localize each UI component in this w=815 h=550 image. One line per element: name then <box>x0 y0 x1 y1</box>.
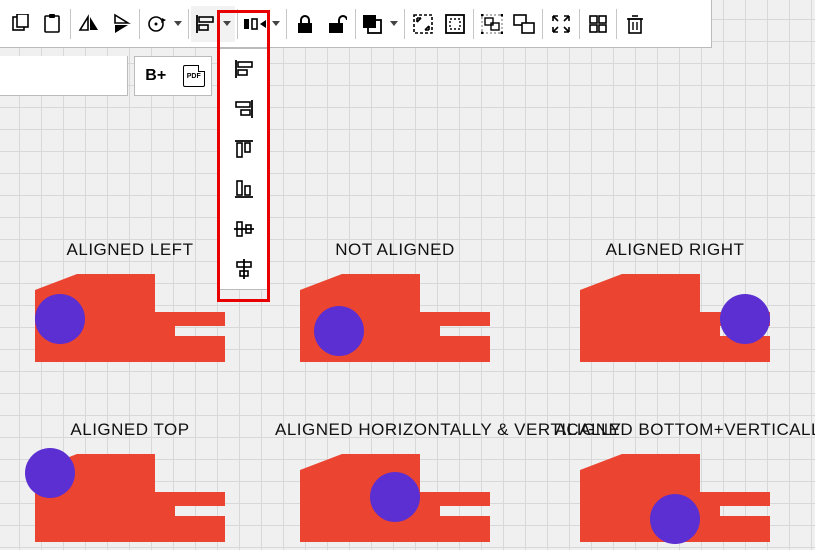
trash-icon <box>626 14 644 34</box>
example-shape-group[interactable]: NOT ALIGNED <box>275 240 515 362</box>
flip-h-icon <box>78 14 100 34</box>
example-label: ALIGNED BOTTOM+VERTICALLY <box>555 420 795 440</box>
dropdown-caret-icon <box>174 21 182 26</box>
purple-circle-shape[interactable] <box>314 306 364 356</box>
separator <box>70 9 71 39</box>
expand-button[interactable] <box>545 6 577 42</box>
purple-circle-shape[interactable] <box>370 472 420 522</box>
example-shape-group[interactable]: ALIGNED HORIZONTALLY & VERTICALLY <box>275 420 515 542</box>
shape-wrapper <box>300 274 490 362</box>
separator <box>473 9 474 39</box>
paste-icon <box>42 14 62 34</box>
group-button[interactable] <box>476 6 508 42</box>
unlock-button[interactable] <box>321 6 353 42</box>
bold-plus-button[interactable]: B+ <box>141 65 170 87</box>
example-label: ALIGNED HORIZONTALLY & VERTICALLY <box>275 420 515 440</box>
group-icon <box>481 14 503 34</box>
separator <box>355 9 356 39</box>
example-shape-group[interactable]: ALIGNED LEFT <box>10 240 250 362</box>
shape-wrapper <box>300 454 490 542</box>
separator <box>139 9 140 39</box>
separator <box>616 9 617 39</box>
align-center-h-icon <box>234 219 254 239</box>
example-label: ALIGNED LEFT <box>10 240 250 260</box>
fit-all-icon <box>445 14 465 34</box>
separator <box>579 9 580 39</box>
grid-view-button[interactable] <box>582 6 614 42</box>
align-left-icon <box>234 60 254 78</box>
delete-button[interactable] <box>619 6 651 42</box>
layer-icon <box>362 14 382 34</box>
align-left-item[interactable] <box>220 49 267 89</box>
layer-button[interactable] <box>358 6 402 42</box>
dropdown-caret-icon <box>272 21 280 26</box>
purple-circle-shape[interactable] <box>25 448 75 498</box>
align-right-icon <box>234 100 254 118</box>
align-bottom-icon <box>235 179 253 199</box>
example-shape-group[interactable]: ALIGNED RIGHT <box>555 240 795 362</box>
example-label: ALIGNED RIGHT <box>555 240 795 260</box>
align-right-item[interactable] <box>220 89 267 129</box>
purple-circle-shape[interactable] <box>35 294 85 344</box>
align-button[interactable] <box>191 6 235 42</box>
dropdown-caret-icon <box>223 21 231 26</box>
secondary-toolbar <box>0 56 128 96</box>
shape-wrapper <box>35 274 225 362</box>
fit-all-button[interactable] <box>439 6 471 42</box>
separator <box>188 9 189 39</box>
main-toolbar <box>0 0 712 48</box>
purple-circle-shape[interactable] <box>650 494 700 544</box>
align-center-v-icon <box>234 259 254 279</box>
lock-icon <box>296 14 314 34</box>
separator <box>286 9 287 39</box>
shape-wrapper <box>580 454 770 542</box>
align-bottom-item[interactable] <box>220 169 267 209</box>
grid-icon <box>589 15 607 33</box>
purple-circle-shape[interactable] <box>720 294 770 344</box>
align-dropdown-panel <box>219 48 268 290</box>
copy-icon <box>10 14 30 34</box>
align-left-icon <box>195 15 215 33</box>
shape-wrapper <box>580 274 770 362</box>
flip-horizontal-button[interactable] <box>73 6 105 42</box>
expand-icon <box>551 14 571 34</box>
flip-v-icon <box>111 13 131 35</box>
separator <box>404 9 405 39</box>
export-pdf-button[interactable] <box>183 65 205 87</box>
align-center-v-item[interactable] <box>220 249 267 289</box>
copy-button[interactable] <box>4 6 36 42</box>
shape-wrapper <box>35 454 225 542</box>
separator <box>237 9 238 39</box>
fit-selection-button[interactable] <box>407 6 439 42</box>
align-top-item[interactable] <box>220 129 267 169</box>
example-shape-group[interactable]: ALIGNED BOTTOM+VERTICALLY <box>555 420 795 542</box>
example-label: NOT ALIGNED <box>275 240 515 260</box>
example-shape-group[interactable]: ALIGNED TOP <box>10 420 250 542</box>
align-top-icon <box>235 139 253 159</box>
example-label: ALIGNED TOP <box>10 420 250 440</box>
ungroup-button[interactable] <box>508 6 540 42</box>
rotate-button[interactable] <box>142 6 186 42</box>
separator <box>542 9 543 39</box>
lock-button[interactable] <box>289 6 321 42</box>
align-center-h-item[interactable] <box>220 209 267 249</box>
rotate-icon <box>146 14 166 34</box>
flip-vertical-button[interactable] <box>105 6 137 42</box>
paste-button[interactable] <box>36 6 68 42</box>
ungroup-icon <box>513 14 535 34</box>
fit-selection-icon <box>413 14 433 34</box>
format-toolbar: B+ <box>134 56 212 96</box>
distribute-button[interactable] <box>240 6 284 42</box>
dropdown-caret-icon <box>390 21 398 26</box>
distribute-icon <box>244 15 266 33</box>
unlock-icon <box>327 14 347 34</box>
